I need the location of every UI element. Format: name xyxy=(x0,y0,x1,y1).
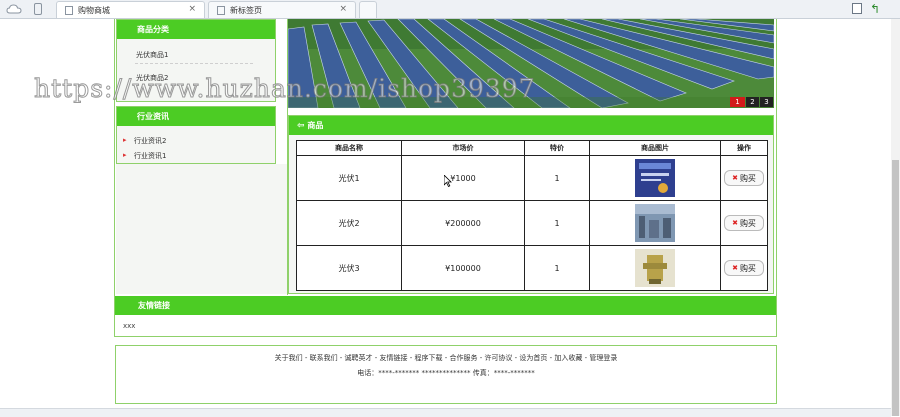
vertical-scrollbar-thumb[interactable] xyxy=(892,160,899,416)
back-arrow-icon[interactable]: ↰ xyxy=(870,2,880,16)
category-item[interactable]: 光伏商品1 xyxy=(136,50,168,60)
header-name: 商品名称 xyxy=(296,140,402,156)
tab-close-icon[interactable]: × xyxy=(339,4,347,14)
device-icon[interactable] xyxy=(34,3,42,15)
sidebar-background xyxy=(116,164,287,294)
news-item[interactable]: 行业资讯1 xyxy=(134,151,166,161)
product-image-cell xyxy=(589,200,721,246)
bullet-arrow-icon: ▸ xyxy=(123,136,127,144)
tab-label: 新标签页 xyxy=(230,6,262,15)
tab-label: 购物商城 xyxy=(78,6,110,15)
header-action: 操作 xyxy=(720,140,768,156)
news-panel: 行业资讯 ▸ 行业资讯2 ▸ 行业资讯1 xyxy=(116,106,276,164)
category-panel: 商品分类 光伏商品1 光伏商品2 xyxy=(116,19,276,102)
product-thumbnail[interactable] xyxy=(635,159,675,197)
restore-window-icon[interactable] xyxy=(852,3,862,14)
news-title: 行业资讯 xyxy=(117,107,275,126)
product-title: 商品 xyxy=(307,121,324,130)
cart-icon: ✖ xyxy=(732,219,738,227)
product-name[interactable]: 光伏1 xyxy=(296,155,402,201)
table-row: 光伏2 ¥200000 1 ✖ 购买 xyxy=(296,200,768,246)
table-row: 光伏1 ¥1000 1 ✖ 购买 xyxy=(296,155,768,201)
cloud-icon[interactable] xyxy=(6,3,22,15)
friend-links-section: 友情链接 xyxy=(114,296,777,337)
bullet-arrow-icon: ▸ xyxy=(123,151,127,159)
category-title: 商品分类 xyxy=(117,20,275,39)
back-arrow-icon: ⇦ xyxy=(297,121,305,131)
special-price: 1 xyxy=(524,200,590,246)
footer-contact: 电话：****-******* ************** 传真：****-*… xyxy=(357,369,535,377)
product-table: 商品名称 市场价 特价 商品图片 操作 光伏1 ¥1000 1 ✖ 购买 光伏2 … xyxy=(296,140,768,291)
tab-close-icon[interactable]: × xyxy=(188,4,196,14)
market-price: ¥200000 xyxy=(401,200,525,246)
news-item[interactable]: 行业资讯2 xyxy=(134,136,166,146)
banner-page-2[interactable]: 2 xyxy=(746,97,759,107)
page-icon xyxy=(65,6,73,15)
action-cell: ✖ 购买 xyxy=(720,200,768,246)
solar-panel-photo xyxy=(288,19,774,108)
browser-tab-bar: 购物商城 × 新标签页 × ↰ xyxy=(0,0,900,19)
banner-image[interactable] xyxy=(288,19,774,108)
tab-new-tab[interactable]: 新标签页 × xyxy=(208,1,356,18)
banner-page-3[interactable]: 3 xyxy=(760,97,773,107)
banner-page-1[interactable]: 1 xyxy=(730,97,745,107)
mouse-cursor-icon xyxy=(444,175,452,187)
market-price: ¥1000 xyxy=(401,155,525,201)
links-title: 友情链接 xyxy=(115,296,776,315)
tab-shopping-mall[interactable]: 购物商城 × xyxy=(56,1,205,18)
product-image-cell xyxy=(589,245,721,291)
market-price: ¥100000 xyxy=(401,245,525,291)
header-image: 商品图片 xyxy=(589,140,721,156)
special-price: 1 xyxy=(524,155,590,201)
table-header-row: 商品名称 市场价 特价 商品图片 操作 xyxy=(296,140,768,156)
footer-nav[interactable]: 关于我们 - 联系我们 - 诚聘英才 - 友情链接 - 程序下载 - 合作服务 … xyxy=(116,353,776,363)
product-image-cell xyxy=(589,155,721,201)
buy-label: 购买 xyxy=(739,218,756,228)
cart-icon: ✖ xyxy=(732,264,738,272)
product-name[interactable]: 光伏3 xyxy=(296,245,402,291)
friend-link[interactable]: xxx xyxy=(123,322,135,330)
grid-icon xyxy=(217,6,225,15)
product-name[interactable]: 光伏2 xyxy=(296,200,402,246)
divider xyxy=(135,63,253,64)
product-title-bar: ⇦ 商品 xyxy=(289,116,773,135)
product-thumbnail[interactable] xyxy=(635,249,675,287)
product-thumbnail[interactable] xyxy=(635,204,675,242)
cart-icon: ✖ xyxy=(732,174,738,182)
footer: 关于我们 - 联系我们 - 诚聘英才 - 友情链接 - 程序下载 - 合作服务 … xyxy=(115,345,777,404)
action-cell: ✖ 购买 xyxy=(720,155,768,201)
header-market-price: 市场价 xyxy=(401,140,525,156)
buy-button[interactable]: ✖ 购买 xyxy=(724,215,764,231)
special-price: 1 xyxy=(524,245,590,291)
buy-label: 购买 xyxy=(739,263,756,273)
action-cell: ✖ 购买 xyxy=(720,245,768,291)
buy-button[interactable]: ✖ 购买 xyxy=(724,260,764,276)
buy-label: 购买 xyxy=(739,173,756,183)
new-tab-button[interactable] xyxy=(359,1,377,18)
header-special-price: 特价 xyxy=(524,140,590,156)
buy-button[interactable]: ✖ 购买 xyxy=(724,170,764,186)
table-row: 光伏3 ¥100000 1 ✖ 购买 xyxy=(296,245,768,291)
category-item[interactable]: 光伏商品2 xyxy=(136,73,168,83)
